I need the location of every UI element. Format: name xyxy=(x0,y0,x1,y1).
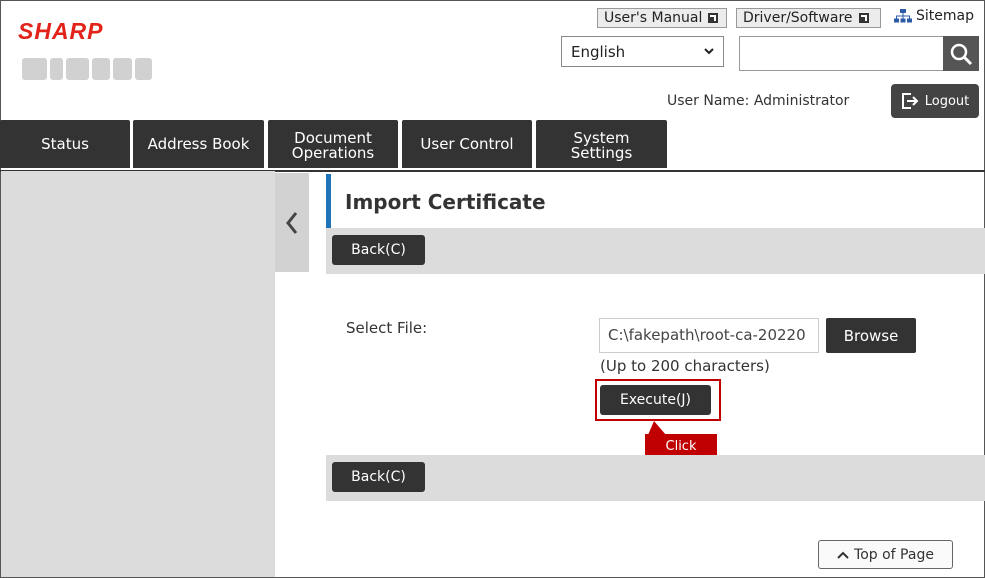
sitemap-icon xyxy=(894,9,912,23)
select-file-label: Select File: xyxy=(346,319,428,337)
back-button-bottom[interactable]: Back(C) xyxy=(332,462,425,492)
user-name-label: User Name: Administrator xyxy=(667,93,850,109)
tab-label-line2: Operations xyxy=(291,144,375,162)
callout-pointer xyxy=(648,421,666,435)
file-hint: (Up to 200 characters) xyxy=(600,357,770,375)
chevron-down-icon xyxy=(704,48,714,55)
top-action-bar: Back(C) xyxy=(326,228,985,274)
sidebar-collapse-button[interactable] xyxy=(275,173,309,272)
users-manual-label: User's Manual xyxy=(604,10,703,26)
sharp-logo: SHARP xyxy=(18,18,104,44)
sitemap-label: Sitemap xyxy=(916,8,974,24)
highlight-box xyxy=(595,379,721,421)
search-icon xyxy=(950,43,973,65)
top-of-page-button[interactable]: Top of Page xyxy=(818,540,953,569)
browse-button[interactable]: Browse xyxy=(826,318,916,353)
page-header: Import Certificate xyxy=(326,174,985,228)
back-button-top[interactable]: Back(C) xyxy=(332,235,425,265)
tab-document-operations[interactable]: Document Operations xyxy=(268,120,398,168)
search-input[interactable] xyxy=(739,36,944,71)
tab-status[interactable]: Status xyxy=(0,120,130,168)
logout-label: Logout xyxy=(924,93,970,109)
tab-address-book[interactable]: Address Book xyxy=(133,120,264,168)
bottom-action-bar: Back(C) xyxy=(326,455,985,501)
chevron-up-icon xyxy=(837,551,849,559)
tab-label: Status xyxy=(41,134,89,153)
search-button[interactable] xyxy=(943,36,979,71)
tab-label-line2: Settings xyxy=(570,144,633,162)
main-nav: Status Address Book Document Operations U… xyxy=(0,120,985,172)
top-of-page-label: Top of Page xyxy=(854,546,934,563)
users-manual-button[interactable]: User's Manual xyxy=(597,8,727,28)
tab-system-settings[interactable]: System Settings xyxy=(536,120,667,168)
driver-software-label: Driver/Software xyxy=(743,10,853,26)
tab-label: User Control xyxy=(420,134,514,153)
page-title: Import Certificate xyxy=(345,190,546,214)
blurred-model-name xyxy=(22,58,153,80)
external-link-icon xyxy=(858,13,869,23)
language-select[interactable]: English xyxy=(561,36,724,67)
language-value: English xyxy=(571,42,626,61)
logout-icon xyxy=(901,93,919,109)
sidebar xyxy=(1,171,275,577)
driver-software-button[interactable]: Driver/Software xyxy=(736,8,881,28)
external-link-icon xyxy=(708,13,719,23)
file-path-field[interactable]: C:\fakepath\root-ca-20220 xyxy=(599,318,819,353)
tab-label: Address Book xyxy=(147,134,250,153)
chevron-left-icon xyxy=(286,211,298,234)
logout-button[interactable]: Logout xyxy=(891,84,979,118)
tab-user-control[interactable]: User Control xyxy=(402,120,532,168)
sitemap-link[interactable]: Sitemap xyxy=(894,8,974,24)
